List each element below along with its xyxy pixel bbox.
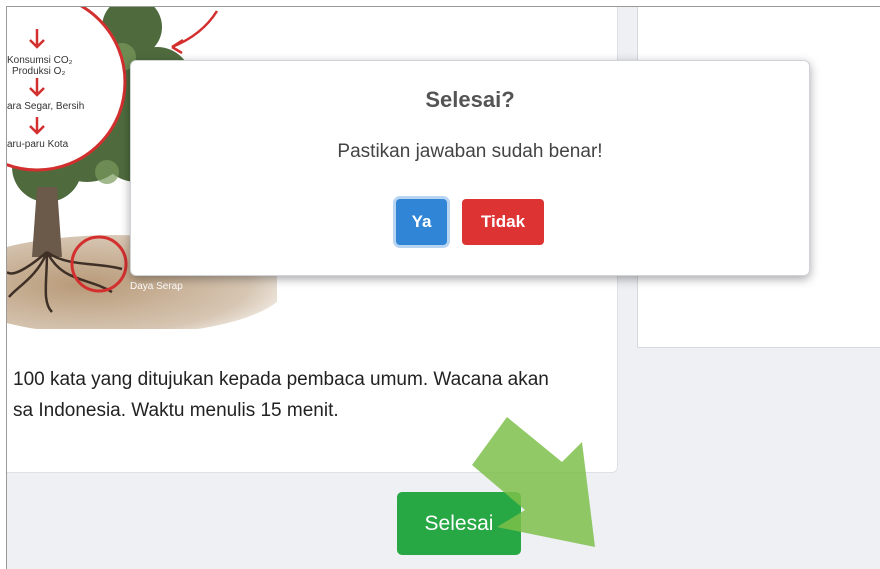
finish-button[interactable]: Selesai	[397, 492, 521, 555]
article-line-2: sa Indonesia. Waktu menulis 15 menit.	[13, 400, 339, 421]
dialog-title: Selesai?	[425, 87, 515, 112]
confirm-yes-button[interactable]: Ya	[396, 199, 447, 245]
article-text: 100 kata yang ditujukan kepada pembaca u…	[13, 364, 613, 426]
label-absorption: Daya Serap	[130, 281, 183, 292]
label-fresh-air: ara Segar, Bersih	[7, 101, 84, 112]
dialog-message: Pastikan jawaban sudah benar!	[337, 141, 603, 162]
label-lungs: aru-paru Kota	[7, 139, 69, 150]
label-consumption: Konsumsi CO₂	[7, 55, 73, 66]
confirm-dialog: Selesai? Pastikan jawaban sudah benar! Y…	[130, 60, 810, 276]
article-line-1: 100 kata yang ditujukan kepada pembaca u…	[13, 369, 549, 390]
label-production: Produksi O₂	[12, 66, 65, 77]
confirm-no-button[interactable]: Tidak	[462, 199, 544, 245]
